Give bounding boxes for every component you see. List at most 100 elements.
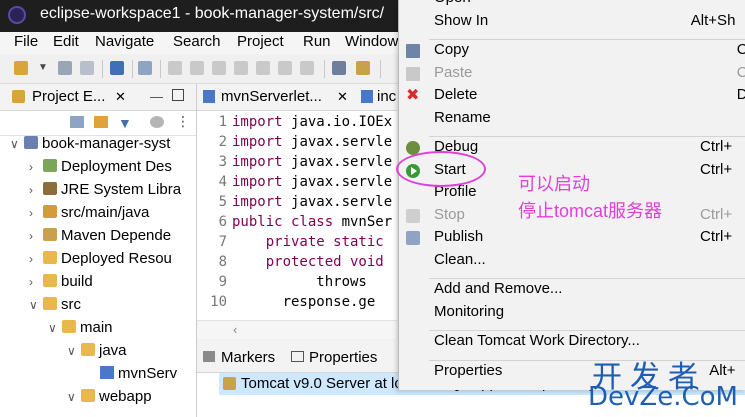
filter-icon[interactable]: ▼	[118, 115, 132, 131]
chevron-right-icon[interactable]: ›	[29, 252, 41, 266]
tree-item[interactable]: ∨ main	[48, 319, 113, 341]
new-icon[interactable]	[14, 61, 28, 75]
save-icon[interactable]	[58, 61, 72, 75]
context-menu-label: Paste	[434, 63, 473, 81]
editor-tab-mvnserverlet[interactable]: mvnServerlet...	[221, 88, 322, 105]
menu-edit[interactable]: Edit	[53, 33, 79, 50]
use-step-filters-icon[interactable]	[332, 61, 346, 75]
shortcut-label: Alt+Sh	[690, 11, 736, 29]
menu-search[interactable]: Search	[173, 33, 221, 50]
step-over-icon[interactable]	[278, 61, 292, 75]
context-menu-item-add-and-remove[interactable]: Add and Remove...	[399, 279, 745, 302]
server-icon[interactable]	[356, 61, 370, 75]
chevron-right-icon[interactable]: ›	[29, 160, 41, 174]
link-with-editor-icon[interactable]	[94, 116, 108, 128]
view-menu-icon[interactable]: ⋮	[176, 113, 190, 130]
close-icon[interactable]: ✕	[337, 89, 348, 105]
menu-window[interactable]: Window	[345, 33, 398, 50]
terminate-icon[interactable]	[212, 61, 226, 75]
save-all-icon[interactable]	[80, 61, 94, 75]
line-number: 3	[218, 154, 227, 170]
tree-item-label: book-manager-syst	[42, 135, 171, 152]
code-line: response.ge	[232, 294, 376, 310]
chevron-left-icon[interactable]: ‹	[233, 322, 237, 337]
minimize-icon[interactable]: —	[150, 89, 163, 104]
maximize-icon[interactable]	[172, 89, 184, 101]
project-explorer-tab-label[interactable]: Project E...	[32, 88, 105, 105]
menu-file[interactable]: File	[14, 33, 38, 50]
context-menu-item-delete[interactable]: ✖ Delete D	[399, 85, 745, 108]
terminal-icon[interactable]	[110, 61, 124, 75]
tree-item[interactable]: › Deployed Resou	[29, 250, 172, 272]
line-number: 9	[218, 274, 227, 290]
tree-item[interactable]: mvnServ	[86, 365, 177, 387]
chevron-down-icon[interactable]: ∨	[10, 137, 22, 151]
tree-item[interactable]: › Deployment Des	[29, 158, 172, 180]
shortcut-label: Ctrl+	[700, 228, 733, 245]
java-file-icon	[203, 90, 215, 103]
chevron-down-icon[interactable]: ∨	[48, 321, 60, 335]
context-menu-item-publish[interactable]: Publish Ctrl+	[399, 227, 745, 250]
shortcut-label: Ctrl+	[700, 205, 733, 223]
code-line: protected void	[232, 254, 384, 270]
shortcut-label: Ctrl+	[700, 138, 733, 155]
tab-properties[interactable]: Properties	[309, 349, 377, 366]
tree-item[interactable]: › src/main/java	[29, 204, 149, 226]
horizontal-scrollbar[interactable]: ‹	[197, 320, 397, 339]
chevron-down-icon[interactable]: ∨	[29, 298, 41, 312]
tree-item-label: webapp	[99, 388, 152, 405]
context-menu-item-monitoring[interactable]: Monitoring	[399, 302, 745, 325]
suspend-icon[interactable]	[190, 61, 204, 75]
menu-run[interactable]: Run	[303, 33, 331, 50]
chevron-down-icon[interactable]: ∨	[67, 344, 79, 358]
tree-item[interactable]: › Maven Depende	[29, 227, 171, 249]
paste-icon	[406, 66, 420, 81]
close-icon[interactable]: ✕	[115, 89, 126, 105]
menu-project[interactable]: Project	[237, 33, 284, 50]
focus-icon[interactable]	[150, 116, 164, 128]
tomcat-icon	[223, 377, 236, 390]
code-keyword: public class	[232, 214, 342, 230]
folder-icon	[43, 297, 57, 310]
menu-navigate[interactable]: Navigate	[95, 33, 154, 50]
editor-tab-inc[interactable]: inc	[377, 88, 396, 105]
code-line: throws	[232, 274, 367, 290]
line-number: 2	[218, 134, 227, 150]
context-menu-item-show-in[interactable]: Show In Alt+Sh	[399, 11, 745, 34]
tree-item-label: mvnServ	[118, 365, 178, 382]
context-menu-label: Clean Tomcat Work Directory...	[434, 332, 640, 349]
chevron-right-icon[interactable]: ›	[29, 183, 41, 197]
shortcut-label: D	[736, 86, 745, 103]
context-menu-item-clean[interactable]: Clean...	[399, 250, 745, 273]
disconnect-icon[interactable]	[234, 61, 248, 75]
tree-item-label: JRE System Libra	[61, 181, 182, 198]
tree-item[interactable]: ∨ src	[29, 296, 81, 318]
tree-item[interactable]: ∨ java	[67, 342, 127, 364]
context-menu-item-rename[interactable]: Rename	[399, 108, 745, 131]
tree-item[interactable]: › build	[29, 273, 93, 295]
resume-icon[interactable]	[168, 61, 182, 75]
pkg-icon	[43, 205, 57, 218]
tree-item[interactable]: › JRE System Libra	[29, 181, 181, 203]
step-return-icon[interactable]	[300, 61, 314, 75]
eclipse-icon	[8, 6, 26, 24]
collapse-all-icon[interactable]	[70, 116, 84, 128]
context-menu-item-clean-tomcat-work-directory[interactable]: Clean Tomcat Work Directory...	[399, 331, 745, 354]
context-menu-label: Rename	[434, 108, 491, 126]
chevron-down-icon[interactable]: ∨	[67, 390, 79, 404]
chevron-right-icon[interactable]: ›	[29, 275, 41, 289]
code-editor[interactable]: 1 import java.io.IOEx 2 import javax.servle…	[197, 112, 397, 320]
context-menu-item-open[interactable]: Open	[399, 0, 745, 11]
tree-item[interactable]: ∨ webapp	[67, 388, 152, 410]
chevron-right-icon[interactable]: ›	[29, 206, 41, 220]
tab-markers[interactable]: Markers	[221, 349, 275, 366]
deploy-icon	[43, 159, 57, 172]
tree-item[interactable]: ∨ book-manager-syst	[10, 135, 170, 157]
skip-breakpoints-icon[interactable]	[138, 61, 152, 75]
context-menu-item-paste: Paste C	[399, 63, 745, 86]
step-into-icon[interactable]	[256, 61, 270, 75]
chevron-right-icon[interactable]: ›	[29, 229, 41, 243]
context-menu-item-copy[interactable]: Copy C	[399, 40, 745, 63]
chevron-down-icon[interactable]: ▼	[38, 62, 52, 76]
delete-icon: ✖	[406, 87, 420, 104]
